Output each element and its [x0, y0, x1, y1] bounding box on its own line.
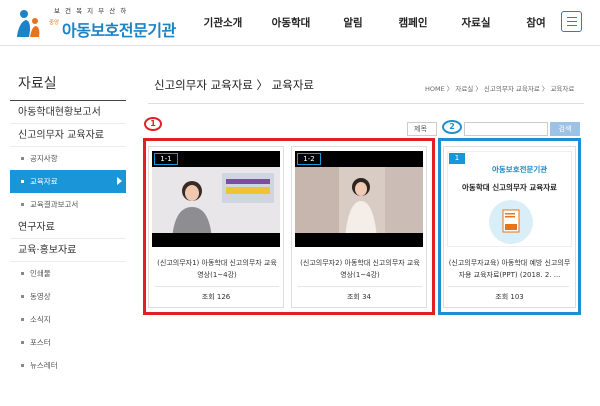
- nav-campaign[interactable]: 캠페인: [382, 0, 444, 46]
- search-field-select[interactable]: 제목: [407, 122, 437, 136]
- logo-tagline: 보 건 복 지 부 산 하: [54, 7, 128, 15]
- sidebar-subitem-video[interactable]: 동영상: [10, 285, 126, 308]
- breadcrumb[interactable]: HOME 〉 자료실 〉 신고의무자 교육자료 〉 교육자료: [425, 83, 574, 93]
- sidebar-item-research[interactable]: 연구자료: [10, 216, 126, 239]
- sidebar-subitem-result-report[interactable]: 교육결과보고서: [10, 193, 126, 216]
- sidebar-subitem-newsletter[interactable]: 뉴스레터: [10, 354, 126, 377]
- sidebar-subitem-label: 교육자료: [30, 177, 58, 186]
- sidebar-subitem-notice[interactable]: 공지사항: [10, 147, 126, 170]
- main-nav: 기관소개 아동학대 알림 캠페인 자료실 참여: [188, 0, 564, 46]
- search-button[interactable]: 검색: [550, 122, 580, 136]
- search-input[interactable]: [464, 122, 548, 136]
- menu-bar-icon: [566, 16, 577, 19]
- logo-name: 아동보호전문기관: [62, 21, 176, 40]
- site-logo[interactable]: 보 건 복 지 부 산 하 중앙 아동보호전문기관: [14, 4, 176, 42]
- hamburger-menu-button[interactable]: [561, 11, 582, 32]
- menu-bar-icon: [566, 24, 577, 27]
- sidebar-title: 자료실: [10, 73, 126, 101]
- red-highlight-box: [143, 138, 435, 315]
- nav-notice[interactable]: 알림: [324, 0, 382, 46]
- menu-bar-icon: [566, 20, 577, 23]
- logo-icon: [17, 10, 40, 37]
- sidebar-subitem-print[interactable]: 인쇄물: [10, 262, 126, 285]
- arrow-right-icon: [117, 177, 122, 185]
- sidebar: 자료실 아동학대현황보고서 신고의무자 교육자료 공지사항 교육자료 교육결과보…: [10, 73, 126, 377]
- blue-annotation-number: 2: [442, 120, 462, 134]
- logo-small-label: 중앙: [49, 20, 60, 26]
- nav-archive[interactable]: 자료실: [444, 0, 508, 46]
- page-title: 신고의무자 교육자료 〉 교육자료: [154, 78, 315, 92]
- sidebar-subitem-newsletter-magazine[interactable]: 소식지: [10, 308, 126, 331]
- sidebar-item-promotion[interactable]: 교육·홍보자료: [10, 239, 126, 262]
- blue-highlight-box: [438, 138, 581, 315]
- nav-about[interactable]: 기관소개: [188, 0, 258, 46]
- title-divider: [148, 103, 584, 104]
- sidebar-subitem-poster[interactable]: 포스터: [10, 331, 126, 354]
- nav-child-abuse[interactable]: 아동학대: [258, 0, 324, 46]
- nav-participate[interactable]: 참여: [508, 0, 564, 46]
- sidebar-subitem-education-material[interactable]: 교육자료: [10, 170, 126, 193]
- sidebar-item-report[interactable]: 아동학대현황보고서: [10, 101, 126, 124]
- sidebar-item-reporter-education[interactable]: 신고의무자 교육자료: [10, 124, 126, 147]
- red-annotation-number: 1: [144, 117, 162, 131]
- site-header: 보 건 복 지 부 산 하 중앙 아동보호전문기관 기관소개 아동학대 알림 캠…: [0, 0, 600, 46]
